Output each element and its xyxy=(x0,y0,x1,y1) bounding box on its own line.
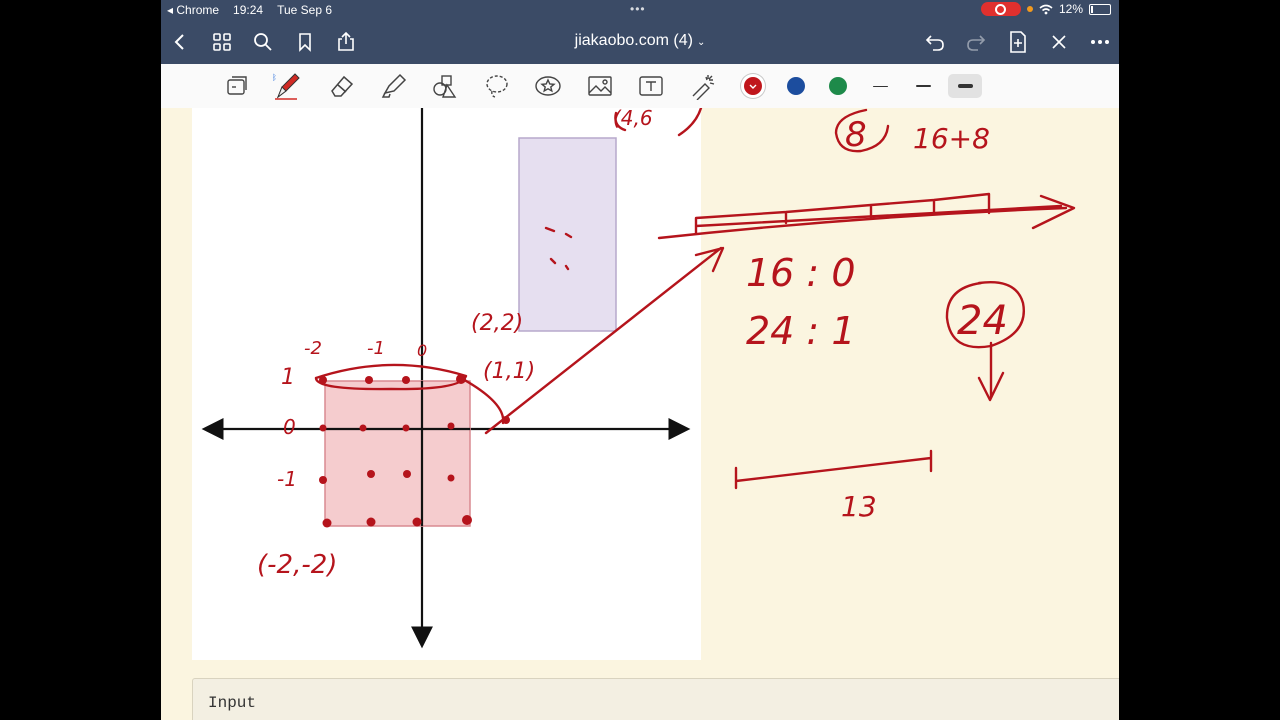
ink-segment xyxy=(734,449,933,490)
ink-ratio-16-0: 16 : 0 xyxy=(746,251,856,295)
ink-bars xyxy=(694,192,1063,235)
color-swatch-blue[interactable] xyxy=(787,77,805,95)
ink-circled-24-text: 24 xyxy=(957,298,1008,344)
sticker-icon[interactable] xyxy=(532,72,564,100)
svg-text:ᛒ: ᛒ xyxy=(272,73,277,82)
ink-circled-8-text: 8 xyxy=(845,115,867,155)
ink-top-partial: (4,6 xyxy=(613,108,653,130)
image-icon[interactable] xyxy=(584,72,616,100)
pen-icon[interactable]: ᛒ xyxy=(271,72,303,100)
ink-tick-1: 1 xyxy=(281,365,295,390)
redo-icon[interactable] xyxy=(962,28,990,56)
more-options-icon[interactable] xyxy=(1086,28,1114,56)
ink-tick-0: 0 xyxy=(417,341,427,360)
eraser-icon[interactable] xyxy=(326,72,358,100)
document-title-text: jiakaobo.com (4) xyxy=(574,32,693,49)
ink-label-neg2-neg2: (-2,-2) xyxy=(257,550,337,580)
laser-pointer-icon[interactable] xyxy=(687,72,719,100)
reading-mode-icon[interactable] xyxy=(221,72,253,100)
close-pen-icon[interactable] xyxy=(1045,28,1073,56)
ink-row-neg1: -1 xyxy=(277,467,297,491)
ink-row-0: 0 xyxy=(283,415,296,439)
status-time: 19:24 xyxy=(233,3,264,17)
input-label: Input xyxy=(208,694,257,712)
ink-segment-label: 13 xyxy=(841,490,877,523)
undo-icon[interactable] xyxy=(921,28,949,56)
ink-diagonal-arrow xyxy=(484,246,725,435)
stroke-thick-option[interactable] xyxy=(948,74,982,98)
title-chevron-icon: ⌄ xyxy=(696,37,706,48)
input-code-block[interactable]: Input xyxy=(192,678,1119,720)
shapes-icon[interactable] xyxy=(429,72,461,100)
ink-top-row-loop xyxy=(314,363,468,391)
color-swatch-red[interactable] xyxy=(744,77,762,95)
color-swatch-green[interactable] xyxy=(829,77,847,95)
status-date: Tue Sep 6 xyxy=(277,3,333,17)
ink-ratio-24-1: 24 : 1 xyxy=(746,309,856,353)
text-tool-icon[interactable] xyxy=(635,72,667,100)
stroke-medium-option[interactable] xyxy=(906,74,940,98)
ink-label-2-2: (2,2) xyxy=(471,311,523,336)
lasso-icon[interactable] xyxy=(481,72,513,100)
ink-curve-to-point xyxy=(459,376,505,425)
navigation-bar: jiakaobo.com (4) ⌄ xyxy=(161,20,1119,64)
ink-label-1-1: (1,1) xyxy=(483,359,535,384)
ink-purple-marks xyxy=(544,226,573,271)
ink-annotations: (2,2) (1,1) (-2,-2) (4,6 8 16+8 16 : 0 2… xyxy=(257,108,1076,580)
stroke-thin-option[interactable] xyxy=(863,74,897,98)
ink-expr-16-8: 16+8 xyxy=(913,122,990,155)
back-to-app-link[interactable]: ◂ Chrome xyxy=(167,3,219,17)
notebook-page[interactable]: (2,2) (1,1) (-2,-2) (4,6 8 16+8 16 : 0 2… xyxy=(161,108,1119,720)
ink-tick-neg1: -1 xyxy=(367,338,385,359)
drawing-toolbar: ᛒ xyxy=(161,64,1119,109)
battery-percent: 12% xyxy=(1058,2,1083,16)
mic-indicator-icon xyxy=(1026,6,1033,12)
ink-tick-neg2: -2 xyxy=(304,338,322,359)
add-page-icon[interactable] xyxy=(1004,28,1032,56)
multitasking-dots-icon[interactable]: ••• xyxy=(630,2,646,16)
status-bar: ◂ Chrome 19:24 Tue Sep 6 ••• 12% xyxy=(161,0,1119,20)
ink-down-arrow xyxy=(977,341,1005,402)
highlighter-icon[interactable] xyxy=(378,72,410,100)
battery-icon xyxy=(1089,3,1111,15)
wifi-icon xyxy=(1039,4,1053,14)
ipad-screen: ◂ Chrome 19:24 Tue Sep 6 ••• 12% jiakaob… xyxy=(161,0,1119,720)
screen-record-icon xyxy=(980,2,1021,16)
